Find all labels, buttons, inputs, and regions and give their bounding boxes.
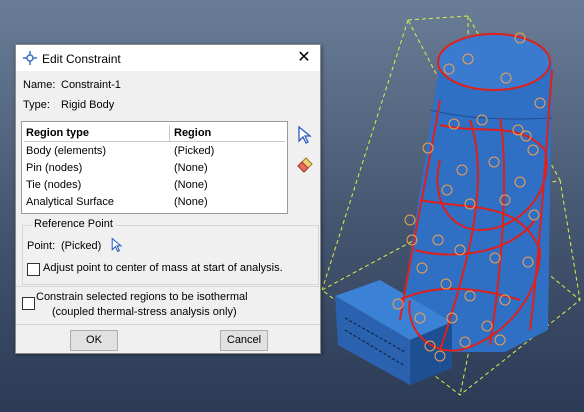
type-label: Type: [23, 99, 50, 111]
region-cell: (Picked) [174, 145, 215, 157]
table-row[interactable]: Analytical Surface (None) [22, 194, 287, 211]
region-type-cell: Tie (nodes) [26, 179, 82, 191]
divider [16, 286, 320, 287]
close-button[interactable]: ✕ [294, 48, 314, 68]
column-header-region-type: Region type [26, 127, 89, 139]
name-value: Constraint-1 [61, 79, 121, 91]
adjust-center-of-mass-checkbox[interactable] [27, 263, 40, 276]
point-value: (Picked) [61, 240, 102, 252]
table-row[interactable]: Pin (nodes) (None) [22, 160, 287, 177]
isothermal-note: (coupled thermal-stress analysis only) [52, 306, 237, 318]
pick-arrow-icon[interactable] [109, 237, 125, 253]
close-icon: ✕ [297, 49, 311, 66]
divider [16, 324, 320, 325]
edit-constraint-dialog: Edit Constraint ✕ Name: Constraint-1 Typ… [15, 44, 321, 354]
point-label: Point: [27, 240, 56, 252]
eraser-icon[interactable] [295, 153, 315, 173]
column-divider[interactable] [169, 125, 170, 141]
column-header-region: Region [174, 127, 212, 139]
region-type-cell: Body (elements) [26, 145, 107, 157]
isothermal-checkbox[interactable] [22, 297, 35, 310]
name-label: Name: [23, 79, 56, 91]
region-cell: (None) [174, 196, 208, 208]
region-table: Region type Region Body (elements) (Pick… [21, 121, 288, 214]
adjust-center-of-mass-label: Adjust point to center of mass at start … [43, 262, 283, 274]
dialog-title: Edit Constraint [42, 52, 121, 66]
type-row: Type: Rigid Body [23, 99, 114, 111]
region-type-cell: Pin (nodes) [26, 162, 83, 174]
ok-button[interactable]: OK [70, 330, 118, 351]
header-divider [24, 141, 285, 142]
region-cell: (None) [174, 162, 208, 174]
reference-point-legend: Reference Point [31, 218, 116, 230]
table-row[interactable]: Body (elements) (Picked) [22, 143, 287, 160]
isothermal-label: Constrain selected regions to be isother… [36, 291, 248, 303]
table-row[interactable]: Tie (nodes) (None) [22, 177, 287, 194]
region-cell: (None) [174, 179, 208, 191]
select-arrow-icon[interactable] [295, 125, 315, 145]
edit-constraint-icon [23, 51, 37, 65]
type-value: Rigid Body [61, 99, 115, 111]
dialog-titlebar[interactable]: Edit Constraint ✕ [16, 45, 320, 71]
cancel-button[interactable]: Cancel [220, 330, 268, 351]
name-row: Name: Constraint-1 [23, 79, 121, 91]
region-type-cell: Analytical Surface [26, 196, 115, 208]
reference-point-group [22, 225, 319, 285]
